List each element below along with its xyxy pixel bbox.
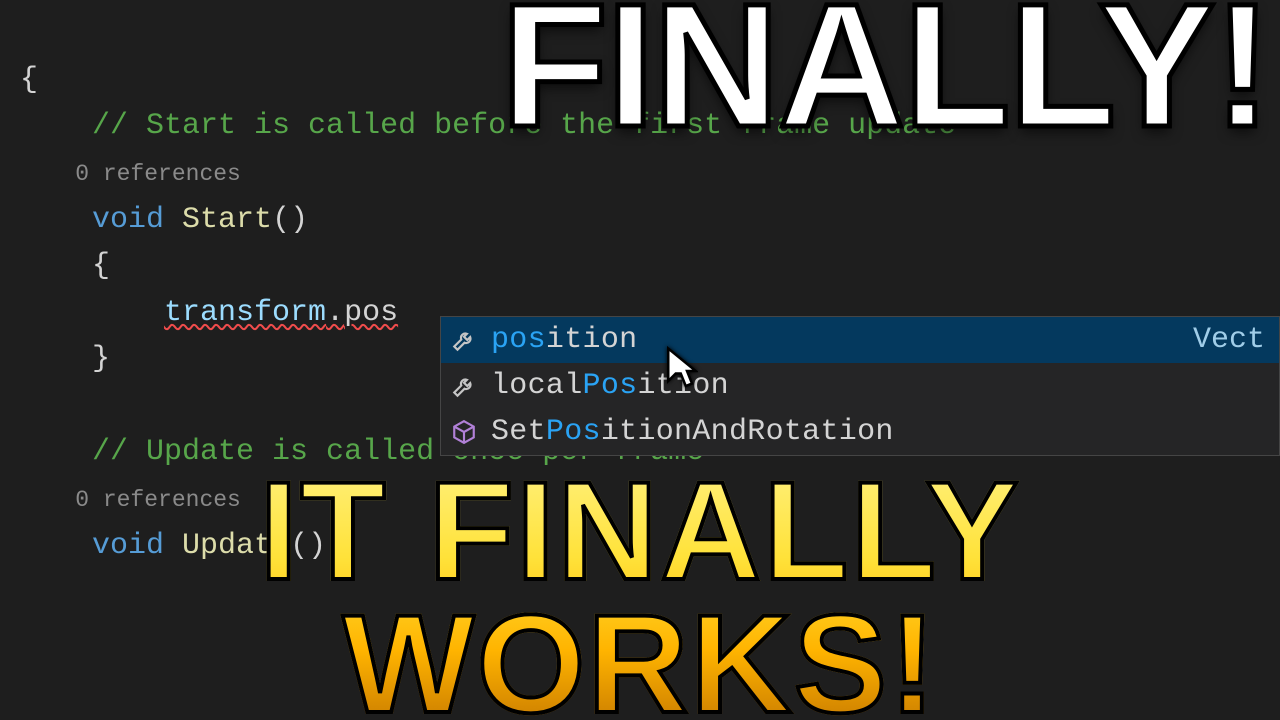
method-start-signature: void Start() — [20, 203, 308, 237]
autocomplete-item-setpositionandrotation[interactable]: SetPositionAndRotation — [441, 409, 1279, 455]
autocomplete-item-localposition[interactable]: localPosition — [441, 363, 1279, 409]
body-close: } — [20, 342, 110, 376]
typed-line[interactable]: transform.pos — [20, 296, 398, 330]
wrench-icon — [451, 327, 477, 353]
body-open: { — [20, 249, 110, 283]
autocomplete-item-label: SetPositionAndRotation — [491, 415, 894, 449]
wrench-icon — [451, 373, 477, 399]
brace-open: { — [20, 63, 38, 97]
autocomplete-item-type: Vect — [1193, 323, 1265, 357]
autocomplete-item-position[interactable]: position Vect — [441, 317, 1279, 363]
codelens-start-references[interactable]: 0 references — [20, 161, 241, 187]
autocomplete-item-label: position — [491, 323, 637, 357]
mouse-cursor-icon — [656, 346, 698, 409]
autocomplete-popup[interactable]: position Vect localPosition SetPositionA… — [440, 316, 1280, 456]
cube-icon — [451, 419, 477, 445]
overlay-text-top: FINALLY! — [501, 0, 1270, 148]
overlay-text-bottom: IT FINALLY WORKS! — [0, 464, 1280, 720]
